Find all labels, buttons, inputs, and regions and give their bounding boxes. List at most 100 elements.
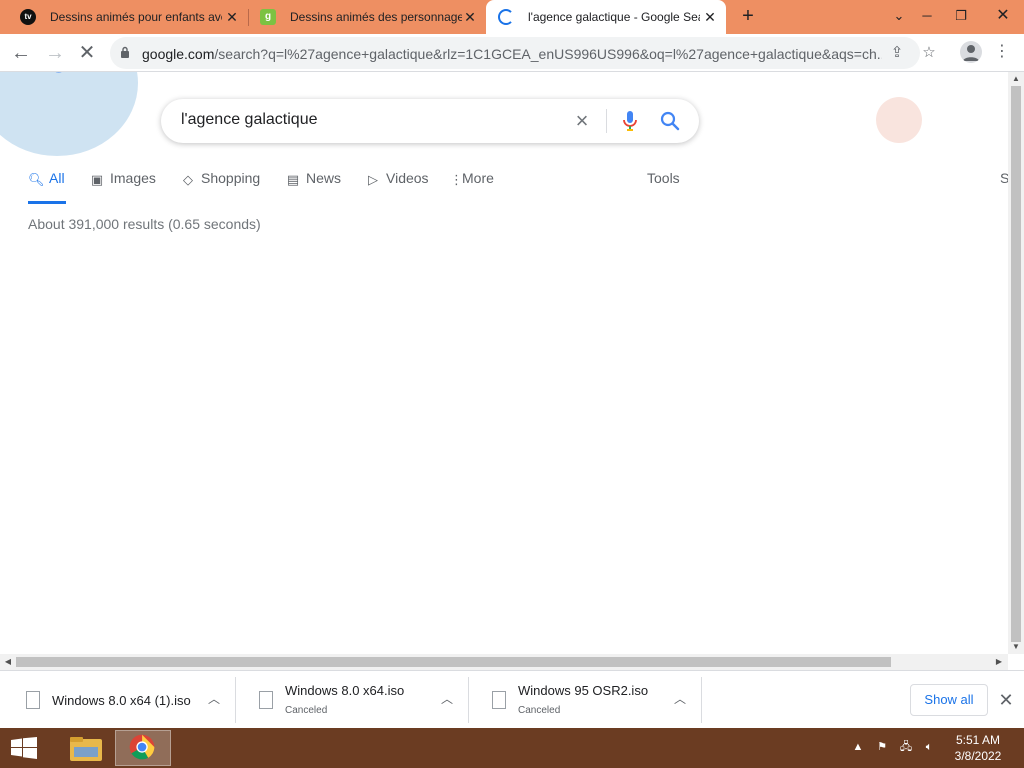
horizontal-scrollbar[interactable]: ◀ ▶ [0,654,1008,670]
network-icon[interactable]: 🖧︎ [898,739,914,755]
search-icon: 🔍︎ [28,172,45,187]
stop-loading-icon[interactable]: ✕ [74,40,100,66]
minimize-icon[interactable]: ─ [910,0,944,34]
tab-news[interactable]: ▤ News [285,170,341,204]
download-item[interactable]: Windows 8.0 x64.iso Canceled ︿ [237,677,469,723]
tab-label: All [49,170,65,186]
lock-icon [121,46,129,58]
account-avatar[interactable] [876,97,922,143]
close-tab-icon[interactable]: ✕ [224,9,240,25]
tab-label: Images [110,170,156,186]
browser-tab-1[interactable]: tv Dessins animés pour enfants ave ✕ [8,0,248,34]
image-icon: ▣ [90,172,104,187]
scroll-down-arrow-icon[interactable]: ▼ [1011,642,1021,652]
loading-spinner-icon [498,9,514,25]
close-shelf-icon[interactable]: ✕ [996,690,1016,710]
address-bar[interactable]: google.com/search?q=l%27agence+galactiqu… [110,37,936,69]
tab-videos[interactable]: ▷ Videos [365,170,429,204]
microphone-icon[interactable] [621,110,639,132]
url-path: /search?q=l%27agence+galactique&rlz=1C1G… [214,46,882,62]
newspaper-icon: ▤ [286,172,300,187]
file-explorer-task[interactable] [58,730,114,766]
forward-arrow-icon[interactable]: → [42,40,68,66]
google-doodle[interactable]: Google [0,72,138,156]
file-icon [492,691,506,709]
result-stats: About 391,000 results (0.65 seconds) [28,216,261,232]
tools-button[interactable]: Tools [647,170,680,204]
page-content: Google l'agence galactique × 🔍︎ All [0,72,1008,654]
folder-icon [70,737,102,761]
tab-more[interactable]: ⋮ More [450,170,494,204]
windows-start-icon[interactable] [10,737,38,759]
clock-date: 3/8/2022 [954,749,1002,763]
bookmark-star-icon[interactable]: ☆ [920,44,938,62]
person-icon [963,45,979,61]
green-favicon-icon: g [260,9,276,25]
more-vertical-icon: ⋮ [450,172,463,187]
back-arrow-icon[interactable]: ← [8,40,34,66]
scroll-up-arrow-icon[interactable]: ▲ [1011,74,1021,84]
volume-muted-icon[interactable]: 🔈︎ [921,739,937,755]
scroll-right-arrow-icon[interactable]: ▶ [994,657,1004,667]
tab-title: l'agence galactique - Google Sea [528,10,700,24]
download-item[interactable]: Windows 8.0 x64 (1).iso ︿ [4,677,236,723]
play-icon: ▷ [368,172,378,187]
google-logo: Google [2,72,87,74]
profile-avatar-icon[interactable] [960,41,982,63]
tag-icon: ◇ [183,172,193,187]
tools-label: Tools [647,170,680,186]
chrome-icon [129,734,155,760]
new-tab-plus-icon[interactable]: + [738,6,758,26]
browser-toolbar: ← → ✕ google.com/search?q=l%27agence+gal… [0,34,1024,72]
chrome-task[interactable] [115,730,171,766]
restore-icon[interactable]: ❐ [944,0,978,34]
taskbar: ▲ ⚑ 🖧︎ 🔈︎ 5:51 AM 3/8/2022 [0,728,1024,768]
close-window-icon[interactable]: ✕ [982,0,1024,34]
download-name: Windows 95 OSR2.iso [518,683,649,698]
download-name: Windows 8.0 x64 (1).iso [52,693,191,708]
download-item[interactable]: Windows 95 OSR2.iso Canceled ︿ [470,677,702,723]
tab-label: Videos [386,170,429,186]
chevron-up-icon[interactable]: ︿ [206,691,222,707]
search-icon[interactable] [659,110,681,132]
download-shelf: Windows 8.0 x64 (1).iso ︿ Windows 8.0 x6… [0,670,1024,728]
horizontal-scroll-thumb[interactable] [16,657,891,667]
search-divider [606,109,607,133]
close-tab-icon[interactable]: ✕ [462,9,478,25]
url-text[interactable]: google.com/search?q=l%27agence+galactiqu… [142,46,882,62]
clock[interactable]: 5:51 AM 3/8/2022 [940,732,1016,764]
clear-search-icon[interactable]: × [571,110,593,132]
safesearch-partial[interactable]: S [1000,170,1008,204]
tab-label: Shopping [201,170,261,186]
chevron-up-icon[interactable]: ︿ [439,691,455,707]
close-tab-icon[interactable]: ✕ [702,9,718,25]
file-icon [26,691,40,709]
share-icon[interactable]: ⇪ [888,44,906,62]
search-query[interactable]: l'agence galactique [181,111,318,129]
tab-label: News [306,170,342,186]
tab-title: Dessins animés pour enfants ave [50,10,222,24]
show-all-downloads-button[interactable]: Show all [910,684,988,716]
tab-title: Dessins animés des personnages [290,10,462,24]
tab-shopping[interactable]: ◇ Shopping [180,170,260,204]
tab-strip: tv Dessins animés pour enfants ave ✕ g D… [0,0,1024,34]
scroll-left-arrow-icon[interactable]: ◀ [3,657,13,667]
vertical-scrollbar[interactable]: ▲ ▼ [1008,72,1024,654]
browser-tab-2[interactable]: g Dessins animés des personnages ✕ [248,0,486,34]
vertical-scroll-thumb[interactable] [1011,86,1021,642]
tab-label: More [462,170,494,186]
search-tabs: 🔍︎ All ▣ Images ◇ Shopping ▤ News ▷ Vide… [0,170,1008,204]
download-name: Windows 8.0 x64.iso [285,683,405,698]
tv-favicon-icon: tv [20,9,36,25]
clock-time: 5:51 AM [955,733,1001,747]
browser-tab-3-active[interactable]: l'agence galactique - Google Sea ✕ [486,0,726,34]
action-center-flag-icon[interactable]: ⚑ [874,739,890,755]
tab-images[interactable]: ▣ Images [89,170,156,204]
browser-menu-icon[interactable]: ⋮ [994,41,1010,63]
chevron-up-icon[interactable]: ︿ [672,691,688,707]
search-box[interactable]: l'agence galactique × [161,99,699,143]
download-status: Canceled [518,705,561,716]
download-status: Canceled [285,705,328,716]
tab-all[interactable]: 🔍︎ All [28,170,66,204]
show-hidden-icons-icon[interactable]: ▲ [850,739,866,755]
